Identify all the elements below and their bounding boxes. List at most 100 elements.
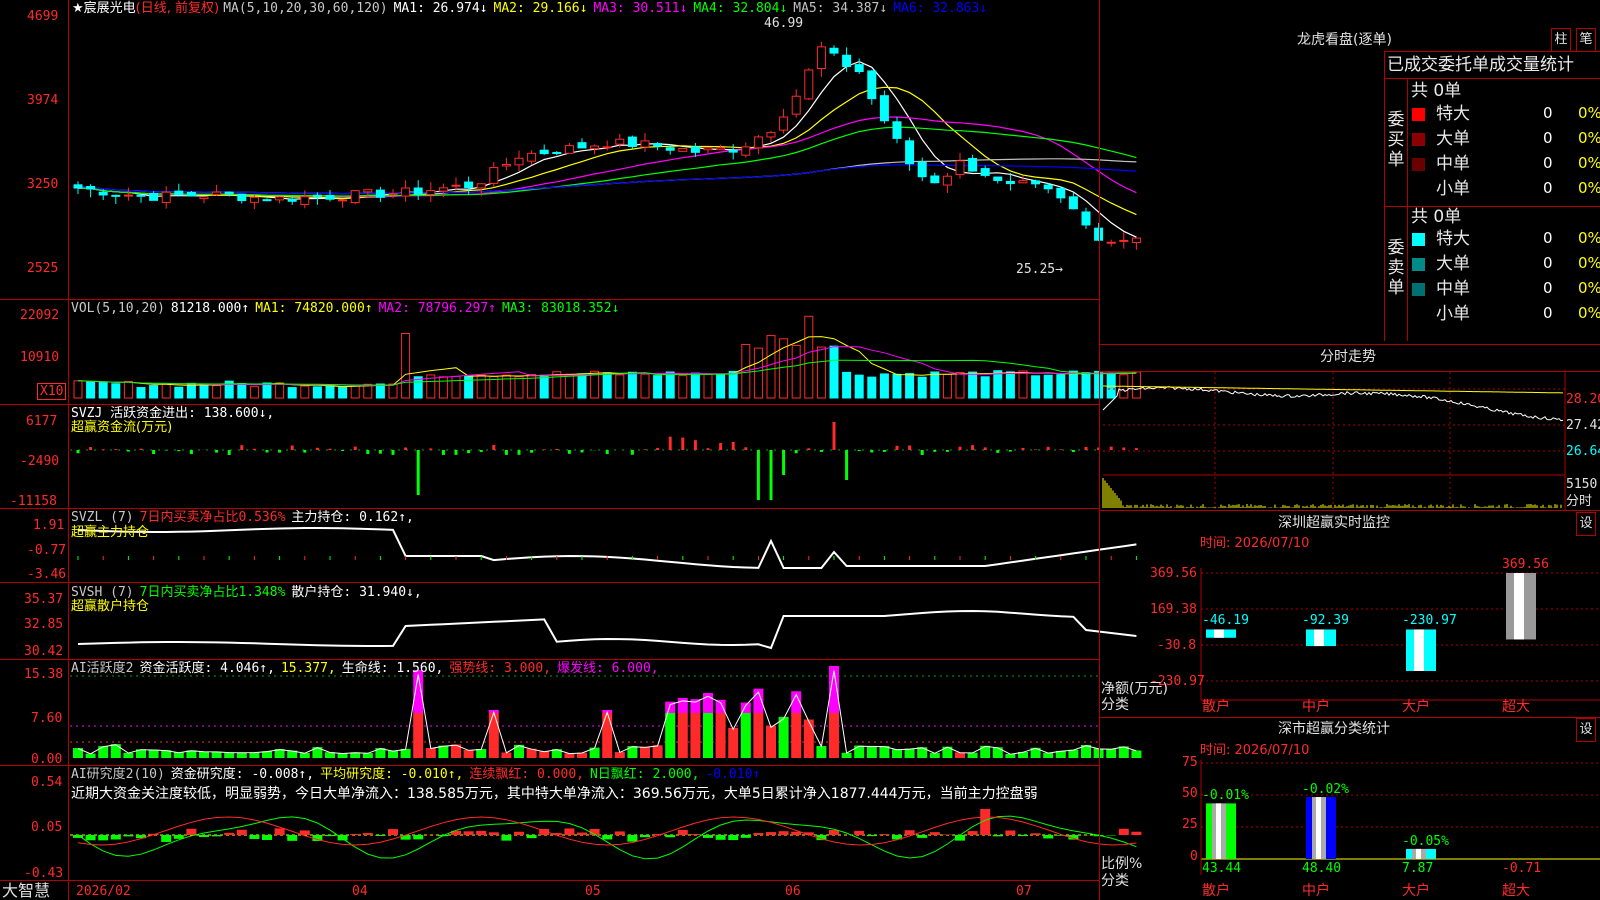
activity-bar	[690, 713, 701, 758]
activity-bar	[539, 751, 550, 758]
bar-mode-button[interactable]: 柱	[1551, 28, 1571, 52]
candle-body	[577, 142, 587, 149]
fenshi-bottom-line	[1099, 510, 1600, 511]
candle-body	[816, 46, 826, 70]
volume-bar	[300, 385, 310, 399]
research-bar	[350, 833, 361, 835]
lhb-top-line	[1384, 51, 1600, 52]
volume-bar	[111, 383, 121, 399]
net-amount-label: 369.56	[1502, 557, 1549, 572]
volume-bar	[627, 371, 637, 399]
money-flow-bar	[1046, 446, 1050, 450]
class-settings-button[interactable]: 设	[1576, 718, 1596, 742]
volume-bar	[690, 372, 700, 399]
legend-item: AI活跃度2	[71, 661, 134, 676]
order-color-swatch	[1412, 233, 1425, 246]
money-flow-bar	[832, 422, 836, 450]
candle-body	[275, 196, 285, 201]
order-percent: 0%	[1578, 154, 1600, 172]
research-bar	[690, 834, 701, 835]
research-bar	[463, 831, 474, 835]
svsh-y-label: 30.42	[24, 644, 64, 659]
candle-body	[1056, 187, 1066, 199]
order-count: 0	[1543, 129, 1553, 147]
research-bar	[186, 828, 197, 835]
svzj-y-label: 6177	[26, 414, 58, 429]
activity-bar	[199, 751, 209, 758]
order-percent: 0%	[1578, 279, 1600, 297]
volume-bar	[73, 380, 83, 399]
research-bar	[992, 835, 1003, 837]
ma-line	[77, 158, 1137, 195]
vol-y-label: 10910	[20, 350, 60, 365]
money-flow-bar	[152, 450, 156, 455]
divider-axis	[0, 880, 1099, 881]
candle-body	[1119, 239, 1129, 242]
candle-body	[779, 116, 789, 131]
research-legend: AI研究度2(10) 资金研究度: -0.008↑, 平均研究度: -0.010↑,…	[71, 767, 766, 782]
volume-bar	[174, 386, 184, 399]
candle-body	[262, 199, 272, 202]
activity-bar	[640, 746, 650, 758]
volume-bar	[237, 383, 247, 399]
candle-body	[388, 193, 398, 196]
activity-bar	[148, 749, 159, 758]
activity-burst-bar	[690, 699, 701, 713]
volume-bar	[867, 376, 877, 399]
research-bar	[501, 835, 512, 841]
volume-bar	[728, 370, 738, 399]
class-y-label: 50	[1182, 786, 1198, 801]
candle-body	[627, 136, 637, 148]
legend-item: N日飘红: 2.000,	[589, 767, 700, 782]
money-flow-bar	[328, 448, 332, 450]
activity-bar	[1106, 748, 1117, 758]
activity-bar	[173, 752, 184, 758]
candle-body	[791, 95, 801, 115]
order-size-label: 大单	[1436, 129, 1470, 149]
fenshi-y-label: 26.64	[1566, 444, 1600, 459]
volume-bar	[312, 386, 322, 399]
candle-body	[653, 143, 663, 147]
ratio-change-label: -0.01%	[1202, 788, 1249, 804]
research-bar	[224, 832, 235, 835]
volume-bar	[665, 371, 675, 399]
legend-item: SVZL (7)	[71, 510, 134, 525]
buy-total: 共 0单	[1411, 81, 1462, 101]
money-flow-bar	[731, 441, 735, 450]
stock-name: ★宸展光电	[72, 1, 136, 16]
research-red-line	[77, 816, 1137, 846]
activity-bar	[476, 748, 487, 758]
divider-svzl	[0, 582, 1099, 583]
candle-body	[363, 189, 373, 193]
main-force-line	[77, 527, 1137, 569]
candle-body	[564, 145, 574, 154]
research-bar	[1118, 828, 1129, 835]
order-color-swatch	[1412, 158, 1425, 171]
research-bar	[375, 835, 386, 836]
x-axis-label: 06	[785, 884, 801, 899]
legend-item: MA3: 30.511↓	[593, 1, 688, 16]
research-bar	[98, 835, 109, 841]
volume-bar	[1068, 370, 1078, 399]
research-bar	[715, 835, 726, 840]
volume-bar	[930, 371, 940, 399]
research-bar	[249, 835, 260, 839]
research-bar	[199, 835, 209, 838]
research-bar	[287, 835, 298, 841]
research-bar	[110, 835, 121, 840]
app-logo[interactable]: 大智慧	[2, 882, 50, 900]
activity-bar	[753, 713, 764, 758]
volume-bar	[438, 376, 448, 399]
svsh-legend: SVSH (7) 7日内买卖净占比1.348% 散户持仓: 31.940↓,	[71, 585, 428, 600]
activity-bar	[740, 713, 751, 758]
volume-bar	[1031, 375, 1041, 399]
volume-bar	[615, 374, 625, 399]
price-y-label: 3974	[27, 93, 59, 108]
x-axis-label: 07	[1016, 884, 1032, 899]
tick-mode-button[interactable]: 笔	[1576, 28, 1596, 52]
ratio-value-label: 43.44	[1202, 861, 1242, 876]
candle-body	[401, 187, 411, 197]
money-flow-bar	[265, 450, 269, 453]
monitor-settings-button[interactable]: 设	[1576, 512, 1596, 536]
research-bar	[942, 834, 953, 835]
